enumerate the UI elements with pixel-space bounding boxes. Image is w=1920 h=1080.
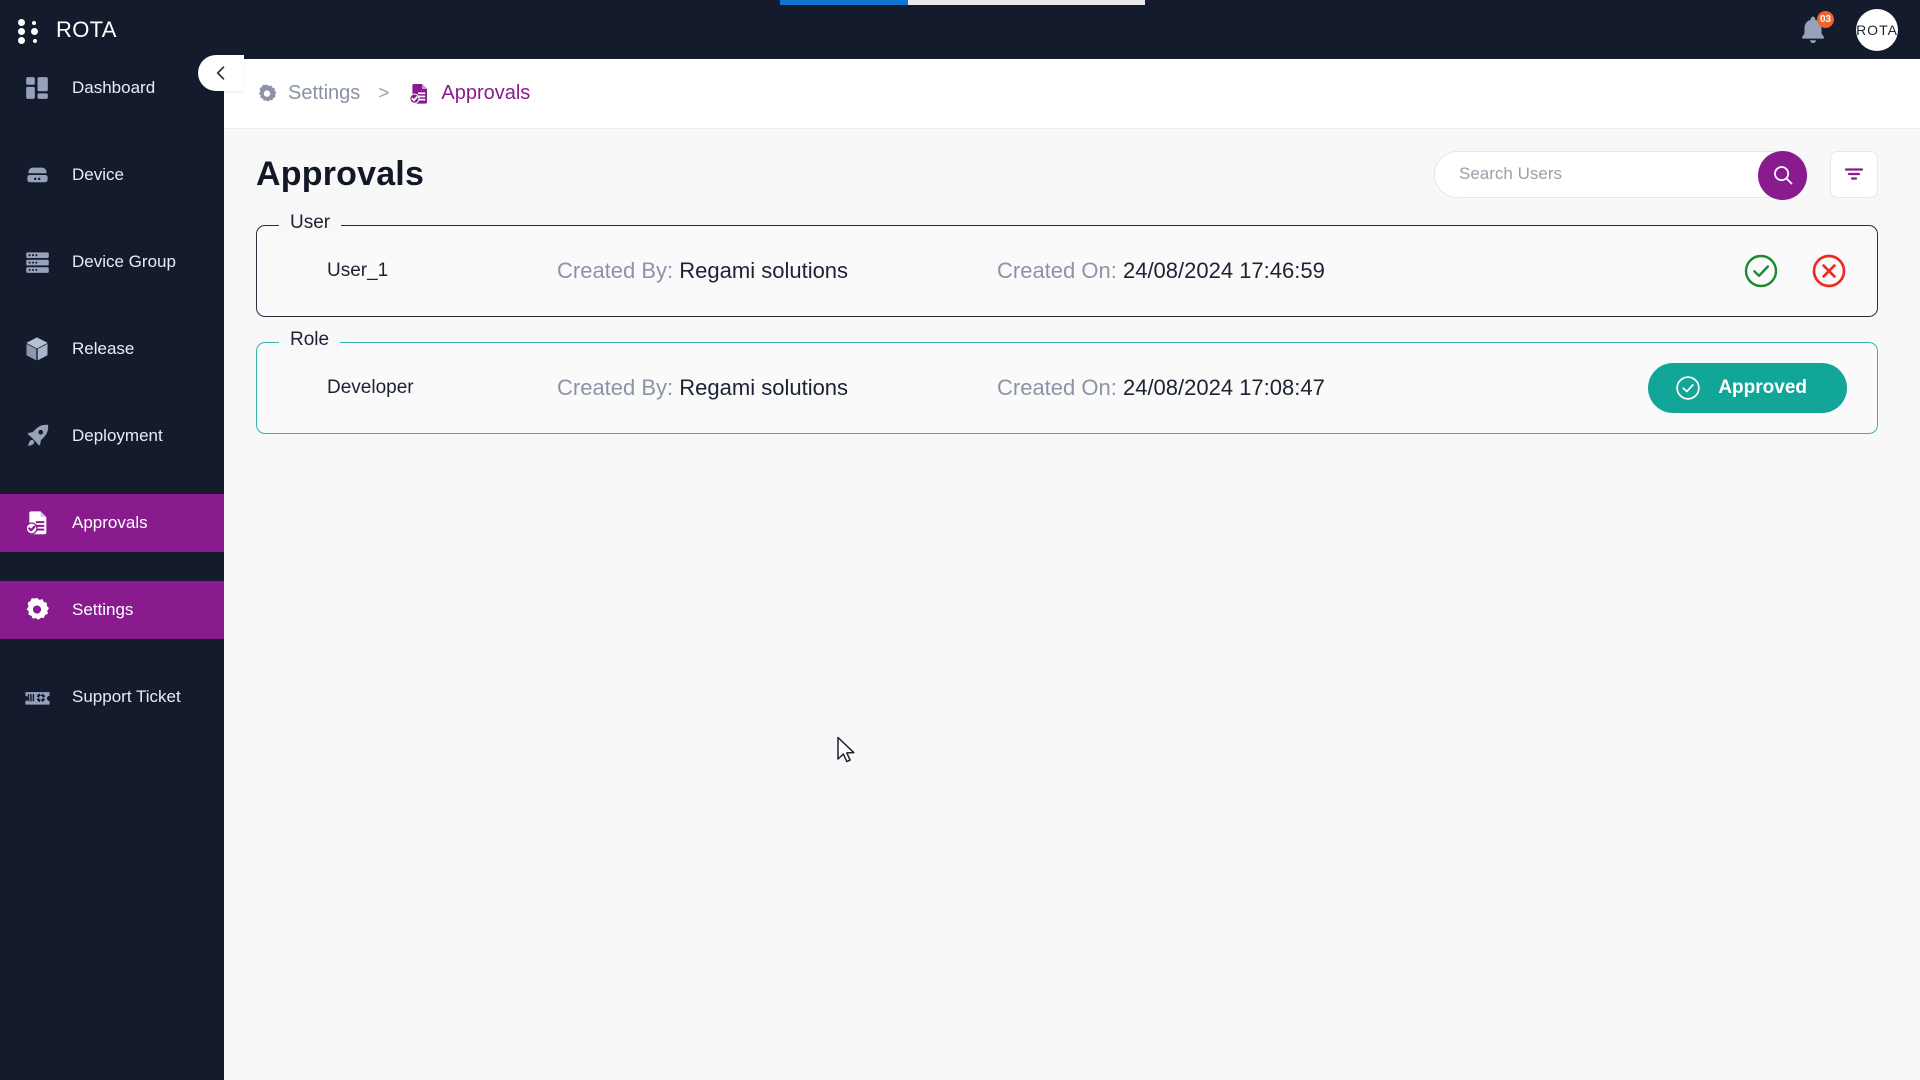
filter-button[interactable] — [1830, 150, 1878, 198]
approval-status-actions: Approved — [1648, 363, 1877, 413]
sidebar-item-approvals[interactable]: Approvals — [0, 494, 224, 552]
notification-count-badge: 03 — [1817, 10, 1834, 28]
brand[interactable]: ROTA — [0, 16, 224, 44]
sidebar-item-label: Dashboard — [72, 78, 156, 97]
sidebar-item-dashboard[interactable]: Dashboard — [0, 59, 224, 117]
approval-subject-name: Developer — [327, 377, 414, 398]
reject-button[interactable] — [1811, 253, 1847, 289]
x-circle-icon — [1812, 254, 1846, 288]
created-by-value: Regami solutions — [679, 375, 849, 400]
sidebar-collapse-button[interactable] — [198, 55, 244, 91]
approvals-list: User User_1 Created By: Regami solutions… — [224, 212, 1920, 434]
sidebar-item-release[interactable]: Release — [0, 320, 224, 378]
card-legend: Role — [279, 329, 341, 351]
main-content: Settings > Approvals Approvals Search Us… — [224, 59, 1920, 1080]
grid-dots-icon — [18, 17, 40, 44]
sidebar-item-device-group[interactable]: Device Group — [0, 233, 224, 291]
page-load-progress-fill — [780, 0, 908, 5]
sidebar-item-label: Approvals — [72, 513, 148, 532]
check-circle-icon — [1676, 376, 1701, 400]
check-circle-icon — [1744, 254, 1778, 288]
approve-button[interactable] — [1743, 253, 1779, 289]
page-title: Approvals — [256, 154, 425, 193]
avatar[interactable]: ROTA — [1856, 8, 1898, 51]
search-icon — [1773, 166, 1792, 185]
search-button[interactable] — [1758, 150, 1807, 200]
device-icon — [22, 160, 52, 190]
breadcrumb: Settings > Approvals — [224, 59, 1920, 129]
created-on: Created On: 24/08/2024 17:08:47 — [997, 375, 1467, 401]
sidebar-item-deployment[interactable]: Deployment — [0, 407, 224, 465]
topbar: ROTA 03 ROTA — [0, 0, 1920, 59]
rocket-icon — [22, 421, 52, 451]
approved-status-label: Approved — [1718, 377, 1807, 398]
page-header-tools — [1434, 150, 1878, 200]
app-root: Dashboard Device Device Group Release De… — [0, 0, 1920, 1080]
approval-actions — [1743, 253, 1877, 289]
sidebar-item-settings[interactable]: Settings — [0, 581, 224, 639]
search-input[interactable] — [1435, 151, 1807, 197]
notifications-button[interactable]: 03 — [1796, 10, 1834, 47]
dashboard-icon — [22, 73, 52, 103]
brand-name: ROTA — [56, 16, 117, 42]
page-header: Approvals — [224, 129, 1920, 219]
support-ticket-icon — [22, 682, 52, 712]
breadcrumb-label: Approvals — [441, 82, 531, 104]
approved-status-button[interactable]: Approved — [1648, 363, 1847, 413]
sidebar-item-support-ticket[interactable]: Support Ticket — [0, 668, 224, 726]
sidebar-item-label: Settings — [72, 600, 134, 619]
release-box-icon — [22, 334, 52, 364]
search-box — [1434, 150, 1808, 200]
created-on-label: Created On: — [997, 375, 1117, 400]
card-legend: User — [279, 212, 342, 234]
gear-icon — [22, 595, 52, 625]
page-load-progress — [780, 0, 1145, 5]
approvals-icon — [409, 83, 428, 104]
approval-subject-name: User_1 — [327, 260, 389, 281]
topbar-actions: 03 ROTA — [1796, 8, 1920, 51]
sidebar-item-label: Support Ticket — [72, 687, 181, 706]
created-by: Created By: Regami solutions — [557, 258, 997, 284]
sidebar-item-label: Release — [72, 339, 135, 358]
sidebar-item-device[interactable]: Device — [0, 146, 224, 204]
breadcrumb-item-approvals[interactable]: Approvals — [407, 82, 530, 106]
created-on: Created On: 24/08/2024 17:46:59 — [997, 258, 1467, 284]
filter-icon — [1844, 168, 1864, 180]
created-on-value: 24/08/2024 17:08:47 — [1122, 375, 1325, 400]
device-group-icon — [22, 247, 52, 277]
approvals-icon — [22, 508, 52, 538]
breadcrumb-label: Settings — [288, 82, 361, 104]
approval-card-role: Role Developer Created By: Regami soluti… — [256, 329, 1878, 434]
created-by-label: Created By: — [557, 258, 674, 283]
created-by: Created By: Regami solutions — [557, 375, 997, 401]
sidebar: Dashboard Device Device Group Release De… — [0, 0, 224, 1080]
breadcrumb-separator: > — [378, 82, 390, 104]
sidebar-item-label: Device Group — [72, 252, 176, 271]
gear-icon — [258, 83, 277, 102]
sidebar-item-label: Device — [72, 165, 124, 184]
sidebar-item-label: Deployment — [72, 426, 163, 445]
approval-card-user: User User_1 Created By: Regami solutions… — [256, 212, 1878, 317]
created-by-label: Created By: — [557, 375, 674, 400]
created-by-value: Regami solutions — [679, 258, 849, 283]
chevron-left-icon — [216, 66, 225, 80]
breadcrumb-item-settings[interactable]: Settings — [256, 82, 360, 105]
created-on-label: Created On: — [997, 258, 1117, 283]
created-on-value: 24/08/2024 17:46:59 — [1122, 258, 1325, 283]
